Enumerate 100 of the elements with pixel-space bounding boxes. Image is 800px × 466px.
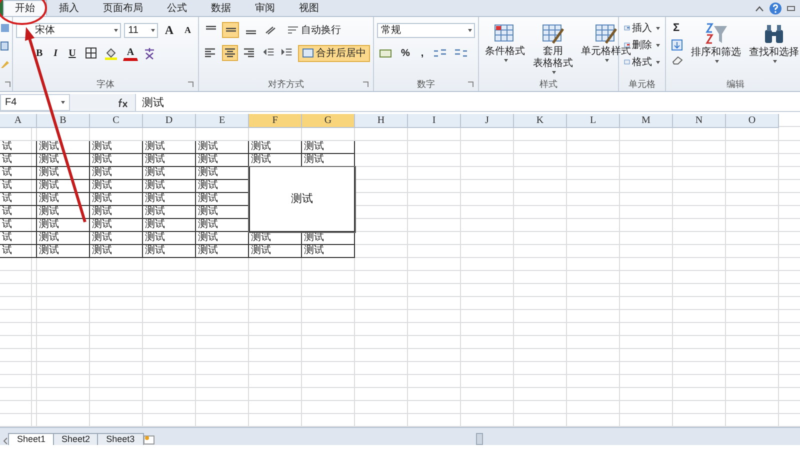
table-cell: 测试 [90,193,143,206]
horizontal-scrollbar[interactable] [476,433,483,445]
table-cell: 测试 [90,206,143,219]
comma-button[interactable]: , [416,46,428,60]
ribbon-tab[interactable]: 公式 [155,0,199,16]
autosum-button[interactable]: Σ [669,21,686,35]
eraser-icon[interactable] [671,55,684,65]
table-cell: 测试 [143,141,196,154]
merged-cell[interactable]: 测试 [249,167,355,232]
ribbon-tab[interactable]: 开始 [3,0,47,16]
column-header[interactable]: B [37,114,90,128]
font-name-field[interactable]: 宋体 [16,22,122,38]
ribbon-tab[interactable]: 审阅 [243,0,287,16]
table-cell: 测试 [37,245,90,258]
ribbon-tab[interactable]: 视图 [287,0,331,16]
restore-icon[interactable] [787,4,795,12]
column-header[interactable]: D [143,114,196,128]
group-label: 数字 [417,78,435,91]
table-cell: 测试 [90,245,143,258]
font-style-button[interactable]: I [50,46,62,60]
font-color-button[interactable]: A [122,46,138,60]
dialog-launcher-icon[interactable] [467,81,474,88]
sort-filter-icon [703,22,729,46]
table-cell: 测试 [249,245,302,258]
increase-indent-icon[interactable] [281,48,293,58]
fill-icon[interactable] [671,39,683,51]
decrease-indent-icon[interactable] [262,48,274,58]
font-size-field[interactable]: 11 [124,22,158,38]
table-cell: 测试 [90,232,143,245]
column-header[interactable]: H [355,114,408,128]
sheet-tab[interactable]: Sheet2 [52,433,100,445]
column-header[interactable]: C [90,114,143,128]
orientation-icon[interactable] [264,25,278,35]
table-cell: 测试 [37,232,90,245]
table-cell: 测试 [143,206,196,219]
column-header[interactable]: I [408,114,461,128]
fx-icon[interactable] [117,98,129,108]
table-cell: 测试 [143,154,196,167]
ribbon-tab[interactable]: 数据 [199,0,243,16]
vertical-align-button[interactable] [222,22,239,38]
table-cell: 试 [0,167,37,180]
merge-center-button[interactable]: 合并后居中 [298,44,370,62]
column-header[interactable]: E [196,114,249,128]
sheet-tab[interactable]: Sheet1 [8,433,55,445]
column-header[interactable]: L [567,114,620,128]
column-header[interactable]: K [514,114,567,128]
formula-input[interactable]: 测试 [135,94,800,111]
table-cell: 试 [0,154,37,167]
dialog-launcher-icon[interactable] [187,81,194,88]
column-header[interactable]: A [0,114,37,128]
font-style-button[interactable]: B [32,46,47,60]
table-cell: 试 [0,245,37,258]
cells-button[interactable]: 格式 [622,54,662,70]
column-header[interactable]: O [726,114,779,128]
shrink-font-button[interactable]: A [180,24,195,36]
name-box[interactable]: F4 [0,94,70,111]
table-cell: 试 [0,193,37,206]
table-cell: 试 [0,232,37,245]
cells-button[interactable]: 插入 [622,20,662,36]
table-cell: 试 [0,219,37,232]
dialog-launcher-icon[interactable] [4,81,11,88]
table-cell: 测试 [143,167,196,180]
sheet-tab[interactable]: Sheet3 [97,433,144,445]
group-label: 对齐方式 [268,78,304,91]
number-format-field[interactable]: 常规 [377,22,475,38]
table-cell: 测试 [143,193,196,206]
borders-icon[interactable] [84,47,97,59]
column-header[interactable]: M [620,114,673,128]
minimize-ribbon-icon[interactable] [755,4,764,12]
table-cell: 测试 [90,154,143,167]
wrap-text-button[interactable]: 自动换行 [283,22,345,38]
group-label: 字体 [96,78,114,91]
table-cell: 试 [0,180,37,193]
table-cell: 测试 [143,180,196,193]
table-cell: 测试 [90,219,143,232]
table-cell: 测试 [90,141,143,154]
style-button[interactable]: 条件格式 [482,21,528,64]
editing-button[interactable]: 排序和筛选 [688,20,744,65]
table-style-icon [541,23,565,45]
horizontal-align-icon [204,48,216,58]
column-header[interactable]: F [249,114,302,128]
fill-color-icon[interactable] [104,46,118,60]
style-button[interactable]: 套用 表格格式 [530,21,576,76]
editing-button[interactable]: 查找和选择 [746,20,800,65]
font-style-button[interactable]: U [64,46,80,60]
insert-sheet-icon[interactable] [142,434,156,445]
table-cell: 测试 [90,180,143,193]
horizontal-align-button[interactable] [222,45,238,61]
ribbon-tab[interactable]: 页面布局 [91,0,155,16]
column-header[interactable]: G [302,114,355,128]
table-style-icon [594,23,618,45]
column-header[interactable]: N [673,114,726,128]
column-header[interactable]: J [461,114,514,128]
ribbon-tab[interactable]: 插入 [47,0,91,16]
dialog-launcher-icon[interactable] [362,81,369,88]
percent-button[interactable]: % [397,46,414,60]
table-cell: 测试 [196,141,249,154]
table-cell: 测试 [196,232,249,245]
help-icon[interactable] [769,2,782,14]
grow-font-button[interactable]: A [160,22,178,38]
